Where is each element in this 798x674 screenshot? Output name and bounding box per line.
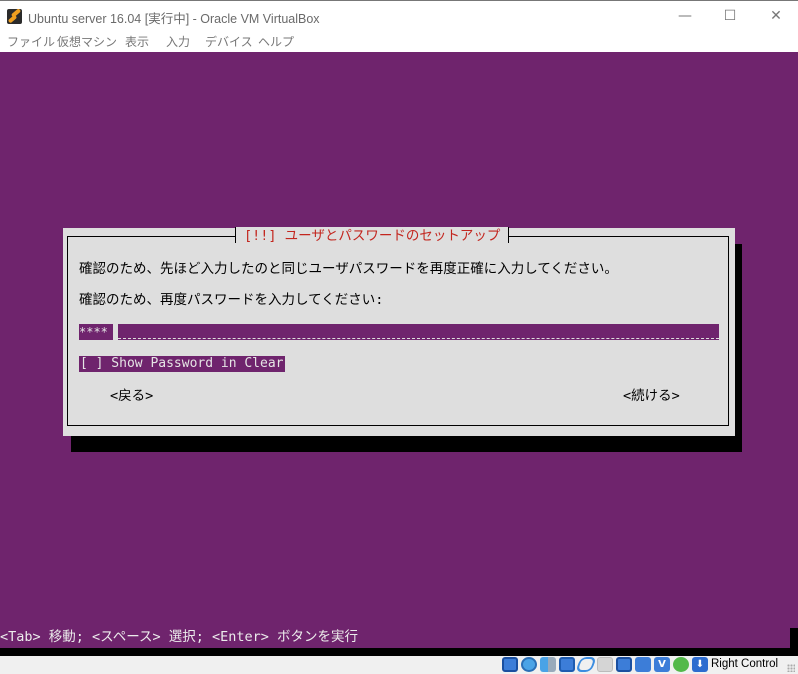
menu-machine[interactable]: 仮想マシン (57, 33, 117, 50)
menu-input[interactable]: 入力 (166, 33, 190, 50)
menu-file[interactable]: ファイル (7, 33, 55, 50)
password-confirm-dialog: [!!] ユーザとパスワードのセットアップ 確認のため、先ほど入力したのと同じユ… (63, 227, 735, 436)
password-confirm-input[interactable]: **** (79, 324, 719, 340)
mouse-integration-icon[interactable] (673, 656, 689, 672)
usb-icon[interactable] (575, 656, 597, 672)
keyboard-hint-bar: <Tab> 移動; <スペース> 選択; <Enter> ボタンを実行 (0, 629, 359, 645)
show-password-checkbox[interactable]: [ ] Show Password in Clear (79, 356, 285, 372)
vm-console-screen[interactable]: [!!] ユーザとパスワードのセットアップ 確認のため、先ほど入力したのと同じユ… (0, 52, 798, 648)
vm-statusbar: V ⬇ Right Control (0, 648, 798, 674)
menubar: ファイル 仮想マシン 表示 入力 デバイス ヘルプ (0, 31, 798, 52)
dialog-message: 確認のため、先ほど入力したのと同じユーザパスワードを再度正確に入力してください。 (79, 261, 618, 277)
optical-drive-icon[interactable] (521, 656, 537, 672)
resize-grip[interactable] (787, 664, 795, 672)
window-title: Ubuntu server 16.04 [実行中] - Oracle VM Vi… (28, 12, 320, 26)
password-masked-value: **** (79, 325, 108, 339)
console-edge (790, 628, 798, 648)
menu-view[interactable]: 表示 (125, 33, 149, 50)
maximize-button[interactable]: ☐ (707, 1, 753, 31)
display-icon[interactable] (616, 656, 632, 672)
network-icon[interactable] (559, 656, 575, 672)
dialog-title: [!!] ユーザとパスワードのセットアップ (235, 227, 510, 244)
close-button[interactable]: ✕ (753, 1, 798, 31)
minimize-button[interactable]: — (662, 1, 708, 31)
video-capture-icon[interactable] (635, 656, 651, 672)
continue-button[interactable]: <続ける> (623, 387, 680, 405)
shared-folders-icon[interactable] (597, 656, 613, 672)
menu-devices[interactable]: デバイス (205, 33, 253, 50)
password-prompt-label: 確認のため、再度パスワードを入力してください: (79, 292, 384, 308)
cpu-virtualization-icon[interactable]: V (654, 656, 670, 672)
virtualbox-app-icon (7, 9, 22, 24)
input-underline (118, 338, 719, 339)
audio-icon[interactable] (540, 656, 556, 672)
back-button[interactable]: <戻る> (110, 387, 153, 405)
menu-help[interactable]: ヘルプ (258, 33, 294, 50)
keyboard-capture-icon[interactable]: ⬇ (692, 656, 708, 672)
host-key-label: Right Control (711, 658, 779, 670)
window-titlebar: Ubuntu server 16.04 [実行中] - Oracle VM Vi… (0, 0, 798, 31)
hard-disk-icon[interactable] (502, 656, 518, 672)
